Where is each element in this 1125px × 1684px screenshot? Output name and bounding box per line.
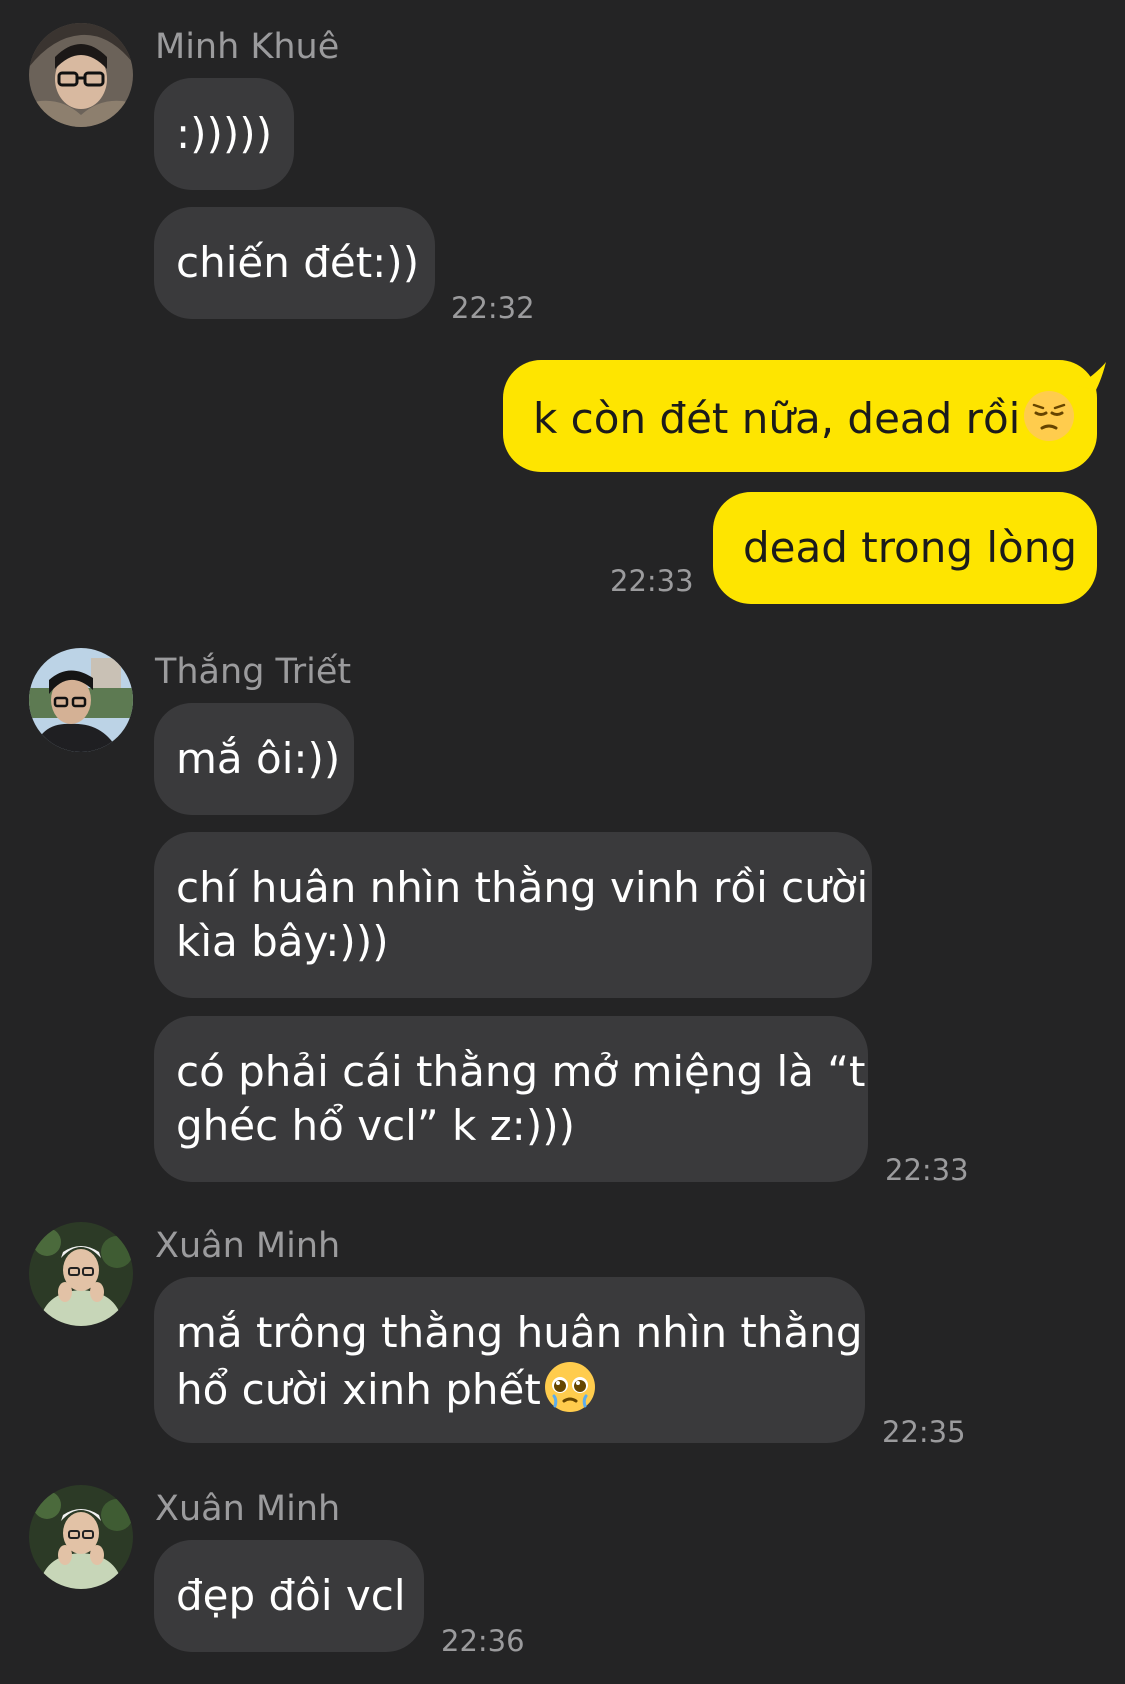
message-bubble[interactable]: có phải cái thằng mở miệng là “t ghéc hổ…: [154, 1016, 868, 1182]
message-timestamp: 22:32: [451, 291, 535, 325]
sender-name: Xuân Minh: [155, 1489, 341, 1529]
message-text-line: hổ cười xinh phết: [176, 1365, 541, 1414]
message-text-line: ghéc hổ vcl” k z:))): [176, 1101, 575, 1150]
outgoing-message-bubble[interactable]: dead trong lòng: [713, 492, 1097, 604]
sender-name: Minh Khuê: [155, 27, 340, 67]
outgoing-message-bubble[interactable]: k còn đét nữa, dead rồi: [503, 360, 1097, 472]
pleading-face-emoji: [544, 1362, 595, 1412]
bubble-tail-icon: [1078, 362, 1106, 390]
avatar-thang-triet[interactable]: [29, 648, 133, 752]
message-bubble[interactable]: mắ trông thằng huân nhìn thằng hổ cười x…: [154, 1277, 865, 1443]
message-text: k còn đét nữa, dead rồi: [533, 394, 1021, 443]
message-text: dead trong lòng: [743, 523, 1078, 572]
sender-name: Thắng Triết: [155, 652, 352, 692]
pensive-face-emoji: [1024, 391, 1075, 441]
message-timestamp: 22:36: [441, 1624, 525, 1658]
chat-thread[interactable]: Minh Khuê :))))) chiến đét:)) 22:32 k cò…: [0, 0, 1125, 1684]
message-text: :))))): [176, 109, 273, 158]
avatar-minh-khue[interactable]: [29, 23, 133, 127]
avatar-xuan-minh[interactable]: [29, 1485, 133, 1589]
message-bubble[interactable]: chiến đét:)): [154, 207, 435, 319]
message-text: chiến đét:)): [176, 238, 420, 287]
message-text-line: kìa bây:))): [176, 917, 389, 966]
message-text: đẹp đôi vcl: [176, 1571, 406, 1620]
message-timestamp: 22:35: [882, 1415, 966, 1449]
avatar-xuan-minh[interactable]: [29, 1222, 133, 1326]
message-bubble[interactable]: :))))): [154, 78, 294, 190]
message-bubble[interactable]: chí huân nhìn thằng vinh rồi cười kìa bâ…: [154, 832, 872, 998]
message-bubble[interactable]: mắ ôi:)): [154, 703, 354, 815]
message-bubble[interactable]: đẹp đôi vcl: [154, 1540, 424, 1652]
message-timestamp: 22:33: [885, 1153, 969, 1187]
message-timestamp: 22:33: [610, 564, 694, 598]
message-text-line: mắ trông thằng huân nhìn thằng: [176, 1308, 863, 1357]
message-text: mắ ôi:)): [176, 734, 341, 783]
sender-name: Xuân Minh: [155, 1226, 341, 1266]
message-text-line: chí huân nhìn thằng vinh rồi cười: [176, 863, 869, 912]
message-text-line: có phải cái thằng mở miệng là “t: [176, 1047, 866, 1096]
